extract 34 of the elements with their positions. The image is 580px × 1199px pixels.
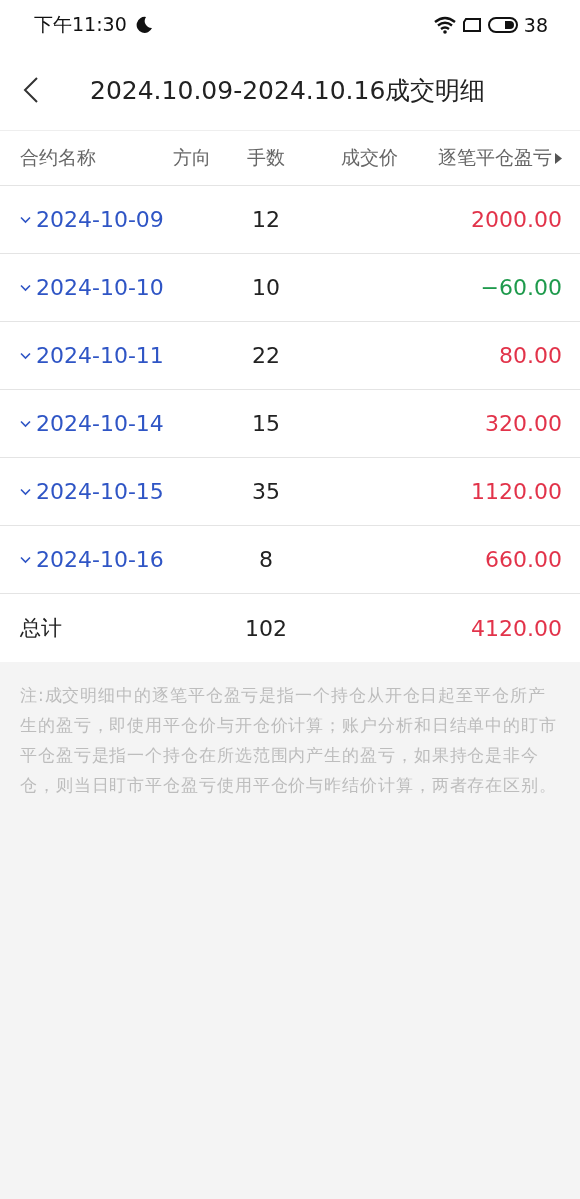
pnl-cell-text: 1120.00 (470, 479, 562, 504)
pnl-cell-text: −60.00 (479, 275, 562, 300)
date-toggle[interactable]: 2024-10-15 (20, 479, 224, 504)
total-pnl: 4120.00 (470, 615, 562, 641)
sim-icon (461, 17, 482, 33)
date-toggle[interactable]: 2024-10-09 (20, 207, 224, 232)
date-toggle[interactable]: 2024-10-11 (20, 343, 224, 368)
page-title: 2024.10.09-2024.10.16成交明细 (90, 74, 486, 107)
quantity-cell-text: 8 (258, 547, 274, 572)
date-toggle[interactable]: 2024-10-14 (20, 411, 224, 436)
quantity-cell-text: 10 (251, 275, 281, 300)
pnl-cell-text: 80.00 (498, 343, 562, 368)
column-header: 成交价 (339, 145, 399, 170)
moon-icon (134, 16, 153, 34)
pnl-cell-text: 2000.00 (470, 207, 562, 232)
date-toggle[interactable]: 2024-10-10 (20, 275, 224, 300)
total-label: 总计 (20, 615, 63, 642)
battery-level: 38 (523, 14, 548, 36)
scroll-right-icon[interactable] (555, 152, 562, 164)
battery-icon (487, 17, 518, 33)
quantity-cell-text: 12 (251, 207, 281, 232)
date-toggle[interactable]: 2024-10-16 (20, 547, 224, 572)
pnl-cell-text: 320.00 (484, 411, 562, 436)
column-header: 方向 (172, 145, 212, 170)
quantity-cell-text: 15 (251, 411, 281, 436)
clock-time: 下午11:30 (34, 12, 127, 37)
wifi-icon (433, 16, 456, 34)
column-header: 手数 (246, 145, 286, 170)
pnl-cell-text: 660.00 (484, 547, 562, 572)
quantity-cell-text: 22 (251, 343, 281, 368)
quantity-cell-text: 35 (251, 479, 281, 504)
total-quantity: 102 (244, 615, 288, 641)
column-header: 逐笔平仓盈亏 (438, 145, 552, 170)
column-header: 合约名称 (20, 145, 97, 170)
